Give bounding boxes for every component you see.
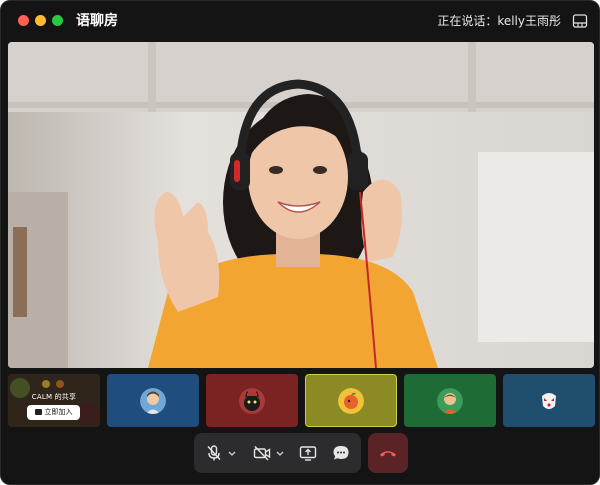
join-button-label: 立即加入	[44, 408, 73, 416]
share-screen-icon[interactable]	[298, 443, 318, 463]
title-bar: 语聊房 正在说话：kelly王雨彤	[1, 1, 599, 41]
avatar-orange-icon	[338, 387, 364, 414]
share-label: CALM 的共享	[31, 393, 77, 401]
avatar-boy-icon	[140, 387, 166, 414]
avatar-bird-icon	[437, 387, 463, 414]
participant-tile[interactable]	[206, 374, 298, 427]
main-video[interactable]	[8, 42, 594, 368]
chevron-down-icon[interactable]	[227, 443, 237, 463]
app-window: 语聊房 正在说话：kelly王雨彤 CALM 的共享 立即加入	[0, 0, 600, 485]
screen-icon	[34, 409, 42, 415]
camera-off-icon[interactable]	[252, 443, 272, 463]
participant-tile[interactable]	[107, 374, 199, 427]
join-button[interactable]: 立即加入	[27, 405, 80, 420]
participant-tile[interactable]	[503, 374, 595, 427]
maximize-button[interactable]	[52, 15, 63, 26]
call-controls	[194, 433, 361, 473]
avatar-black-cat-icon	[239, 387, 265, 414]
hangup-button[interactable]	[368, 433, 408, 473]
screen-share-thumbnail[interactable]: CALM 的共享 立即加入	[8, 374, 100, 427]
window-title: 语聊房	[76, 13, 118, 29]
layout-icon[interactable]	[572, 13, 588, 29]
participant-strip: CALM 的共享 立即加入	[8, 374, 595, 427]
speaking-status: 正在说话：kelly王雨彤	[437, 14, 561, 28]
avatar-mask-icon	[536, 387, 562, 414]
participant-tile[interactable]	[404, 374, 496, 427]
chat-icon[interactable]	[331, 443, 351, 463]
minimize-button[interactable]	[35, 15, 46, 26]
mic-muted-icon[interactable]	[204, 443, 224, 463]
close-button[interactable]	[18, 15, 29, 26]
hangup-icon	[380, 451, 396, 457]
video-feed	[8, 42, 594, 368]
chevron-down-icon[interactable]	[275, 443, 285, 463]
participant-tile-active[interactable]	[305, 374, 397, 427]
